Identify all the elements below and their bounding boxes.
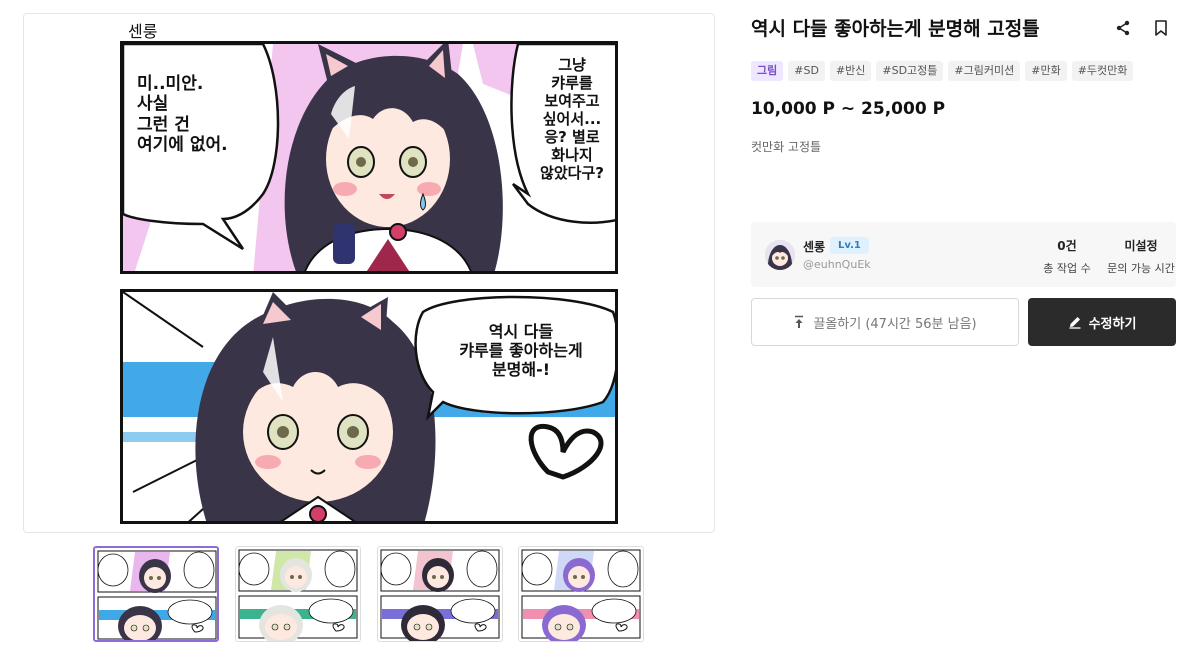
thumbnail-2[interactable]: [235, 546, 361, 642]
thumbnail-1[interactable]: [93, 546, 219, 642]
tag-item[interactable]: #SD: [788, 61, 825, 81]
stat-total-works-value: 0건: [1057, 239, 1077, 253]
comic-panel-1: 미..미안. 사실 그런 건 여기에 없어. 그냥 캬루를 보여주고 싶어서..…: [120, 41, 618, 274]
tag-item[interactable]: #반신: [829, 61, 872, 81]
avatar-image: [765, 240, 795, 270]
tag-list: 그림 #SD #반신 #SD고정틀 #그림커미션 #만화 #두컷만화: [751, 61, 1134, 81]
page: 센룽 미..미안. 사실 그런 건 여기에 없어. 그냥 캬루를 보여주고 싶어…: [0, 0, 1199, 664]
tag-category[interactable]: 그림: [751, 61, 784, 81]
stat-inquiry-hours: 미설정 문의 가능 시간: [1107, 237, 1175, 276]
main-artwork-image[interactable]: 센룽 미..미안. 사실 그런 건 여기에 없어. 그냥 캬루를 보여주고 싶어…: [23, 13, 715, 533]
stat-total-works-label: 총 작업 수: [1043, 262, 1091, 275]
tag-item[interactable]: #두컷만화: [1071, 61, 1134, 81]
panel-1-left-bubble-text: 미..미안. 사실 그런 건 여기에 없어.: [137, 74, 228, 156]
seller-card[interactable]: 센롱 Lv.1 @euhnQuEk 0건 총 작업 수 미설정 문의 가능 시간: [751, 222, 1176, 287]
price-range: 10,000 P ~ 25,000 P: [751, 99, 946, 119]
stat-total-works: 0건 총 작업 수: [1035, 237, 1099, 276]
thumbnail-strip: [93, 546, 653, 642]
artist-signature: 센룽: [128, 22, 158, 41]
stat-inquiry-hours-value: 미설정: [1124, 239, 1158, 253]
seller-name[interactable]: 센롱: [803, 238, 825, 255]
edit-button-label: 수정하기: [1088, 316, 1137, 332]
pencil-icon: [1069, 317, 1081, 329]
panel-2-bubble-text: 역시 다들 캬루를 좋아하는게 분명해-!: [459, 322, 583, 380]
tag-item[interactable]: #만화: [1025, 61, 1067, 81]
comic-panel-2: 역시 다들 캬루를 좋아하는게 분명해-!: [120, 289, 618, 524]
bookmark-icon: [1155, 20, 1167, 36]
seller-handle: @euhnQuEk: [803, 258, 871, 271]
thumbnail-4[interactable]: [518, 546, 644, 642]
bump-up-icon: [795, 315, 804, 328]
level-badge: Lv.1: [830, 237, 869, 254]
panel-1-right-bubble-text: 그냥 캬루를 보여주고 싶어서... 응? 별로 화나지 않았다구?: [540, 56, 604, 182]
product-title: 역시 다들 좋아하는게 분명해 고정틀: [751, 18, 1040, 40]
stat-inquiry-hours-label: 문의 가능 시간: [1107, 262, 1175, 275]
share-button[interactable]: [1111, 16, 1135, 40]
share-icon: [1116, 20, 1130, 36]
bookmark-button[interactable]: [1149, 16, 1173, 40]
product-description: 컷만화 고정틀: [751, 140, 822, 154]
avatar[interactable]: [765, 240, 795, 270]
bump-button[interactable]: 끌올하기 (47시간 56분 남음): [751, 298, 1019, 346]
bump-button-label: 끌올하기 (47시간 56분 남음): [813, 316, 977, 332]
edit-button[interactable]: 수정하기: [1028, 298, 1176, 346]
tag-item[interactable]: #SD고정틀: [876, 61, 944, 81]
tag-item[interactable]: #그림커미션: [948, 61, 1021, 81]
thumbnail-3[interactable]: [377, 546, 503, 642]
